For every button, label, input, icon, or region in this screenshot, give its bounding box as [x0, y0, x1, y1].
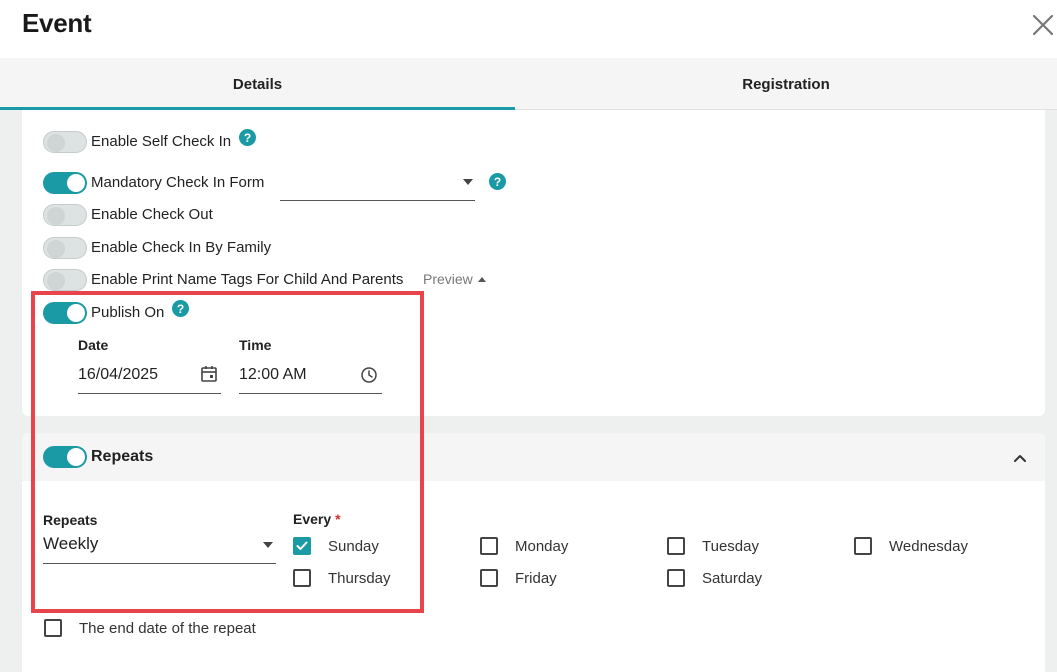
check-in-settings-card [22, 110, 1045, 416]
dropdown-caret-icon [263, 542, 273, 548]
day-checkbox-saturday[interactable] [667, 569, 685, 587]
check-in-family-toggle[interactable] [43, 237, 87, 259]
check-out-toggle[interactable] [43, 204, 87, 226]
toggle-knob [67, 174, 85, 192]
print-name-tags-toggle[interactable] [43, 269, 87, 291]
check-in-family-label: Enable Check In By Family [91, 239, 272, 256]
day-label-wednesday: Wednesday [889, 538, 968, 555]
end-date-checkbox[interactable] [44, 619, 62, 637]
toggle-knob [47, 272, 65, 290]
toggle-knob [47, 207, 65, 225]
modal-header: Event [0, 0, 1057, 58]
time-underline [239, 393, 382, 394]
day-checkbox-friday[interactable] [480, 569, 498, 587]
day-label-thursday: Thursday [328, 570, 391, 587]
help-icon[interactable]: ? [239, 129, 256, 146]
day-label-friday: Friday [515, 570, 557, 587]
toggle-knob [67, 448, 85, 466]
time-input[interactable]: 12:00 AM [239, 366, 307, 384]
day-checkbox-sunday[interactable] [293, 537, 311, 555]
repeats-select[interactable]: Weekly [43, 531, 276, 564]
toggle-knob [47, 240, 65, 258]
day-label-monday: Monday [515, 538, 569, 555]
preview-label: Preview [423, 271, 473, 287]
mandatory-form-label: Mandatory Check In Form [91, 174, 265, 191]
modal-title: Event [22, 8, 92, 38]
repeats-toggle[interactable] [43, 446, 87, 468]
caret-up-icon [477, 277, 486, 282]
day-label-sunday: Sunday [328, 538, 379, 555]
clock-icon[interactable] [360, 366, 378, 384]
day-checkbox-monday[interactable] [480, 537, 498, 555]
tab-details[interactable]: Details [0, 58, 515, 110]
close-icon[interactable] [1030, 12, 1056, 38]
mandatory-form-toggle[interactable] [43, 172, 87, 194]
chevron-up-icon[interactable] [1012, 450, 1028, 466]
tab-registration[interactable]: Registration [515, 58, 1057, 110]
day-label-tuesday: Tuesday [702, 538, 759, 555]
repeats-title: Repeats [91, 448, 154, 465]
day-label-saturday: Saturday [702, 570, 763, 587]
date-label: Date [78, 337, 109, 353]
self-check-in-toggle[interactable] [43, 131, 87, 153]
repeats-header [22, 433, 1045, 481]
publish-on-label: Publish On [91, 304, 165, 321]
print-name-tags-label: Enable Print Name Tags For Child And Par… [91, 271, 404, 288]
date-input[interactable]: 16/04/2025 [78, 366, 158, 384]
toggle-knob [67, 304, 85, 322]
calendar-icon[interactable] [200, 365, 218, 383]
content-area: Enable Self Check In ? Mandatory Check I… [0, 110, 1057, 672]
time-label: Time [239, 337, 272, 353]
repeats-field-label: Repeats [43, 512, 98, 528]
check-out-label: Enable Check Out [91, 206, 213, 223]
help-icon[interactable]: ? [172, 300, 189, 317]
repeats-select-value: Weekly [43, 534, 99, 553]
required-mark: * [335, 511, 341, 527]
every-label: Every * [293, 511, 341, 527]
toggle-knob [47, 134, 65, 152]
end-date-label: The end date of the repeat [79, 620, 256, 637]
every-label-text: Every [293, 511, 332, 527]
publish-on-toggle[interactable] [43, 302, 87, 324]
tab-bar: Details Registration [0, 58, 1057, 110]
day-checkbox-tuesday[interactable] [667, 537, 685, 555]
help-icon[interactable]: ? [489, 173, 506, 190]
preview-link[interactable]: Preview [423, 271, 486, 287]
mandatory-form-select[interactable] [280, 170, 475, 201]
date-underline [78, 393, 221, 394]
day-checkbox-thursday[interactable] [293, 569, 311, 587]
self-check-in-label: Enable Self Check In [91, 133, 232, 150]
day-checkbox-wednesday[interactable] [854, 537, 872, 555]
dropdown-caret-icon [463, 179, 473, 185]
check-icon [296, 541, 308, 550]
